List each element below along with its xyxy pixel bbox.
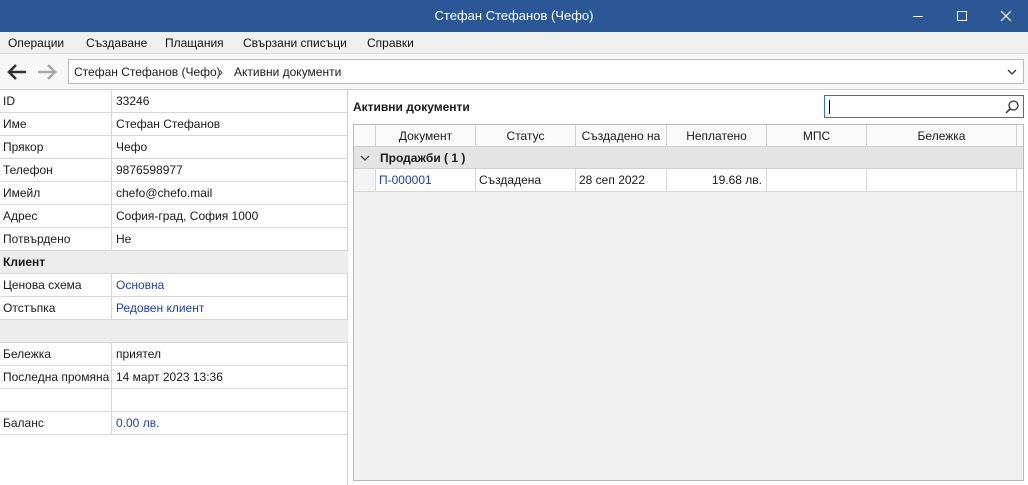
window-title: Стефан Стефанов (Чефо) [434, 8, 594, 23]
property-label: Име [0, 113, 112, 135]
back-button[interactable] [4, 60, 30, 84]
text-caret [829, 100, 830, 114]
discount-link[interactable]: Редовен клиент [116, 301, 204, 315]
section-header-client: Клиент [0, 251, 348, 274]
property-label: Отстъпка [0, 297, 112, 319]
column-header-unpaid[interactable]: Неплатено [667, 125, 767, 146]
forward-button[interactable] [34, 60, 60, 84]
minimize-button[interactable] [896, 0, 940, 32]
price-scheme-link[interactable]: Основна [116, 278, 164, 292]
group-label: Продажби ( 1 ) [380, 151, 466, 165]
cell-note [867, 169, 1017, 191]
close-icon [1000, 10, 1012, 22]
column-header-document[interactable]: Документ [376, 125, 476, 146]
breadcrumb-dropdown[interactable] [1007, 66, 1017, 80]
back-arrow-icon [7, 64, 26, 80]
section-spacer [0, 320, 348, 343]
property-row-phone: Телефон 9876598977 [0, 159, 348, 182]
column-header-status[interactable]: Статус [476, 125, 576, 146]
search-input[interactable] [824, 95, 1024, 118]
menu-bar: Операции Създаване Плащания Свързани спи… [0, 32, 1028, 54]
property-label: Адрес [0, 205, 112, 227]
cell-created: 28 сеп 2022 [576, 169, 667, 191]
column-header-note[interactable]: Бележка [867, 125, 1017, 146]
active-documents-panel: Активни документи Документ Статус Създад… [349, 90, 1028, 485]
chevron-down-icon [1007, 69, 1017, 75]
property-label: Последна промяна [0, 366, 112, 388]
property-label: Имейл [0, 182, 112, 204]
cell-status: Създадена [476, 169, 576, 191]
property-row-email: Имейл chefo@chefo.mail [0, 182, 348, 205]
property-row-name: Име Стефан Стефанов [0, 113, 348, 136]
property-row-balance: Баланс 0.00 лв. [0, 412, 348, 435]
group-toggle[interactable] [360, 152, 370, 166]
property-label: Баланс [0, 412, 112, 434]
breadcrumb[interactable]: Стефан Стефанов (Чефо) › Активни докумен… [68, 59, 1024, 84]
menu-related-lists[interactable]: Свързани списъци [243, 36, 347, 50]
row-indicator [354, 169, 376, 191]
collapse-chevron-icon [360, 155, 370, 161]
property-value: chefo@chefo.mail [116, 186, 213, 200]
forward-arrow-icon [38, 64, 57, 80]
maximize-button[interactable] [940, 0, 984, 32]
property-label: Телефон [0, 159, 112, 181]
column-header-vehicle[interactable]: МПС [767, 125, 867, 146]
document-link[interactable]: П-000001 [376, 169, 476, 191]
property-label: Прякор [0, 136, 112, 158]
search-icon [1005, 100, 1019, 114]
header-indicator [354, 125, 376, 146]
property-row-price-scheme: Ценова схема Основна [0, 274, 348, 297]
property-row-empty [0, 389, 348, 412]
section-title: Клиент [3, 255, 46, 269]
panel-title: Активни документи [353, 100, 470, 114]
property-value: Чефо [116, 140, 148, 154]
search-button[interactable] [1004, 99, 1020, 118]
property-value: Не [116, 232, 132, 246]
minimize-icon [913, 16, 923, 17]
property-value: 14 март 2023 13:36 [116, 370, 223, 384]
property-value: Стефан Стефанов [116, 117, 221, 131]
navigation-bar: Стефан Стефанов (Чефо) › Активни докумен… [0, 54, 1028, 90]
property-value: 33246 [116, 94, 150, 108]
table-row[interactable]: П-000001 Създадена 28 сеп 2022 19.68 лв. [354, 169, 1023, 192]
property-row-address: Адрес София-град, София 1000 [0, 205, 348, 228]
menu-payments[interactable]: Плащания [165, 36, 224, 50]
grid-header: Документ Статус Създадено на Неплатено М… [354, 125, 1023, 147]
property-value: София-град, София 1000 [116, 209, 259, 223]
cell-vehicle [767, 169, 867, 191]
balance-link[interactable]: 0.00 лв. [116, 416, 159, 430]
property-label: Потвърдено [0, 228, 112, 250]
property-row-confirmed: Потвърдено Не [0, 228, 348, 251]
property-row-id: ID 33246 [0, 90, 348, 113]
maximize-icon [957, 11, 967, 21]
property-row-discount: Отстъпка Редовен клиент [0, 297, 348, 320]
client-properties-panel: ID 33246 Име Стефан Стефанов Прякор Чефо… [0, 90, 348, 485]
property-row-nickname: Прякор Чефо [0, 136, 348, 159]
property-label: ID [0, 90, 112, 112]
menu-reports[interactable]: Справки [367, 36, 414, 50]
breadcrumb-page[interactable]: Активни документи [234, 65, 341, 79]
property-label-empty [0, 389, 112, 411]
breadcrumb-client[interactable]: Стефан Стефанов (Чефо) [74, 65, 221, 79]
menu-operations[interactable]: Операции [8, 36, 64, 50]
property-row-last-change: Последна промяна 14 март 2023 13:36 [0, 366, 348, 389]
column-header-created[interactable]: Създадено на [576, 125, 667, 146]
menu-create[interactable]: Създаване [86, 36, 147, 50]
section-title-empty [0, 320, 112, 342]
property-label: Ценова схема [0, 274, 112, 296]
documents-grid: Документ Статус Създадено на Неплатено М… [353, 124, 1024, 481]
title-bar: Стефан Стефанов (Чефо) [0, 0, 1028, 32]
breadcrumb-separator: › [219, 65, 223, 79]
property-value: 9876598977 [116, 163, 183, 177]
property-row-note: Бележка приятел [0, 343, 348, 366]
property-label: Бележка [0, 343, 112, 365]
cell-unpaid: 19.68 лв. [667, 169, 767, 191]
group-row-sales[interactable]: Продажби ( 1 ) [354, 147, 1023, 169]
property-value: приятел [116, 347, 162, 361]
close-button[interactable] [984, 0, 1028, 32]
